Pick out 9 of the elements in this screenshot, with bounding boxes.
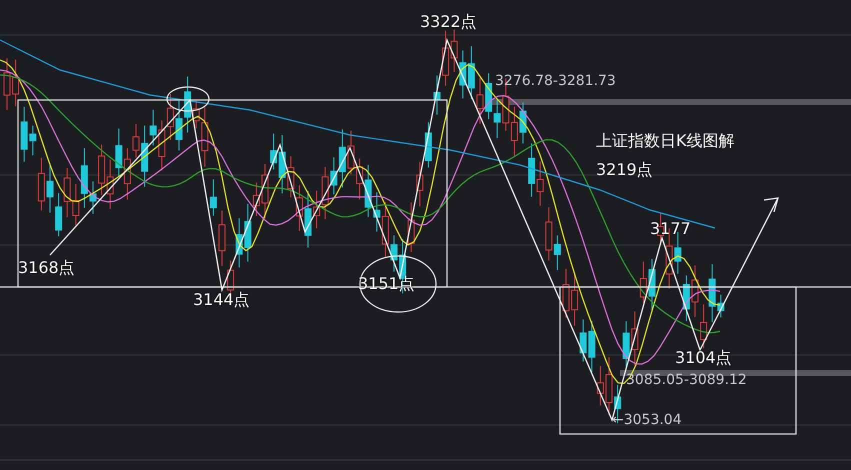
price-annotation: ←3053.04: [612, 412, 682, 428]
price-annotation: 3322点: [420, 12, 477, 33]
price-annotation: 3085.05-3089.12: [626, 372, 747, 388]
price-annotation: 3144点: [193, 290, 250, 311]
price-annotation: 3168点: [18, 258, 75, 279]
highlight-ellipse: [166, 86, 210, 112]
chart-title: 上证指数日K线图解: [596, 131, 734, 152]
price-annotation: 3104点: [675, 348, 732, 369]
price-annotation: 3219点: [596, 160, 653, 181]
